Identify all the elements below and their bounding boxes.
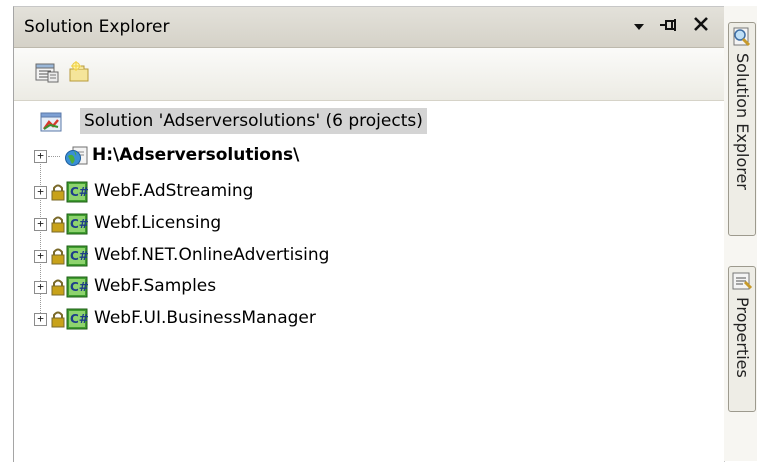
csharp-project-icon: C# [66, 307, 90, 336]
svg-text:C#: C# [70, 280, 89, 294]
tree-node-label: H:\Adserversolutions\ [92, 145, 300, 165]
lock-icon [51, 278, 65, 301]
csharp-project-icon: C# [66, 275, 90, 304]
tree-node-project[interactable]: + C# WebF.Samples [14, 272, 514, 302]
side-tab-label: Properties [733, 297, 752, 378]
window-position-dropdown-button[interactable] [626, 13, 652, 39]
side-tab-properties[interactable]: Properties [728, 266, 756, 412]
svg-text:C#: C# [70, 249, 89, 263]
show-all-files-icon [68, 61, 94, 87]
tree-node-label: WebF.UI.BusinessManager [94, 308, 316, 328]
expand-toggle[interactable]: + [34, 281, 47, 294]
tree-node-project[interactable]: + C# Webf.NET.OnlineAdvertising [14, 241, 514, 271]
solution-label: Solution 'Adserversolutions' (6 projects… [80, 108, 427, 134]
show-all-files-button[interactable] [66, 60, 96, 88]
properties-icon [35, 61, 59, 87]
tree-node-label: Webf.Licensing [94, 213, 222, 233]
expand-toggle[interactable]: + [34, 150, 47, 163]
lock-icon [51, 215, 65, 238]
properties-icon [731, 270, 753, 296]
close-icon [693, 16, 709, 36]
csharp-project-icon: C# [66, 244, 90, 273]
tree-connector [48, 156, 60, 157]
tree-node-project[interactable]: + C# WebF.AdStreaming [14, 177, 514, 207]
lock-icon [51, 183, 65, 206]
pin-icon [659, 17, 679, 36]
close-button[interactable] [688, 13, 714, 39]
solution-explorer-icon [731, 26, 753, 52]
tree-node-project[interactable]: + C# Webf.Licensing [14, 209, 514, 239]
svg-text:C#: C# [70, 185, 89, 199]
solution-explorer-panel: Solution Explorer Solution 'Adserversolu… [13, 6, 725, 462]
tree-node-website[interactable]: + H:\Adserversolutions\ [14, 141, 514, 171]
auto-hide-pin-button[interactable] [656, 13, 682, 39]
tree-node-label: WebF.AdStreaming [94, 181, 254, 201]
csharp-project-icon: C# [66, 212, 90, 241]
panel-title: Solution Explorer [24, 17, 170, 37]
csharp-project-icon: C# [66, 180, 90, 209]
expand-toggle[interactable]: + [34, 218, 47, 231]
svg-text:C#: C# [70, 312, 89, 326]
lock-icon [51, 247, 65, 270]
panel-titlebar[interactable]: Solution Explorer [14, 7, 724, 48]
tree-node-project[interactable]: + C# WebF.UI.BusinessManager [14, 304, 514, 334]
expand-toggle[interactable]: + [34, 313, 47, 326]
solution-tree: Solution 'Adserversolutions' (6 projects… [14, 101, 724, 462]
side-tab-solution-explorer[interactable]: Solution Explorer [728, 22, 756, 236]
website-icon [64, 144, 90, 173]
properties-button[interactable] [32, 60, 62, 88]
lock-icon [51, 310, 65, 333]
solution-icon [39, 110, 63, 139]
tree-node-label: WebF.Samples [94, 276, 217, 296]
panel-toolbar [14, 48, 724, 101]
side-tab-label: Solution Explorer [733, 53, 752, 190]
chevron-down-icon [632, 17, 646, 36]
expand-toggle[interactable]: + [34, 186, 47, 199]
svg-text:C#: C# [70, 217, 89, 231]
tree-node-label: Webf.NET.OnlineAdvertising [94, 245, 330, 265]
expand-toggle[interactable]: + [34, 250, 47, 263]
